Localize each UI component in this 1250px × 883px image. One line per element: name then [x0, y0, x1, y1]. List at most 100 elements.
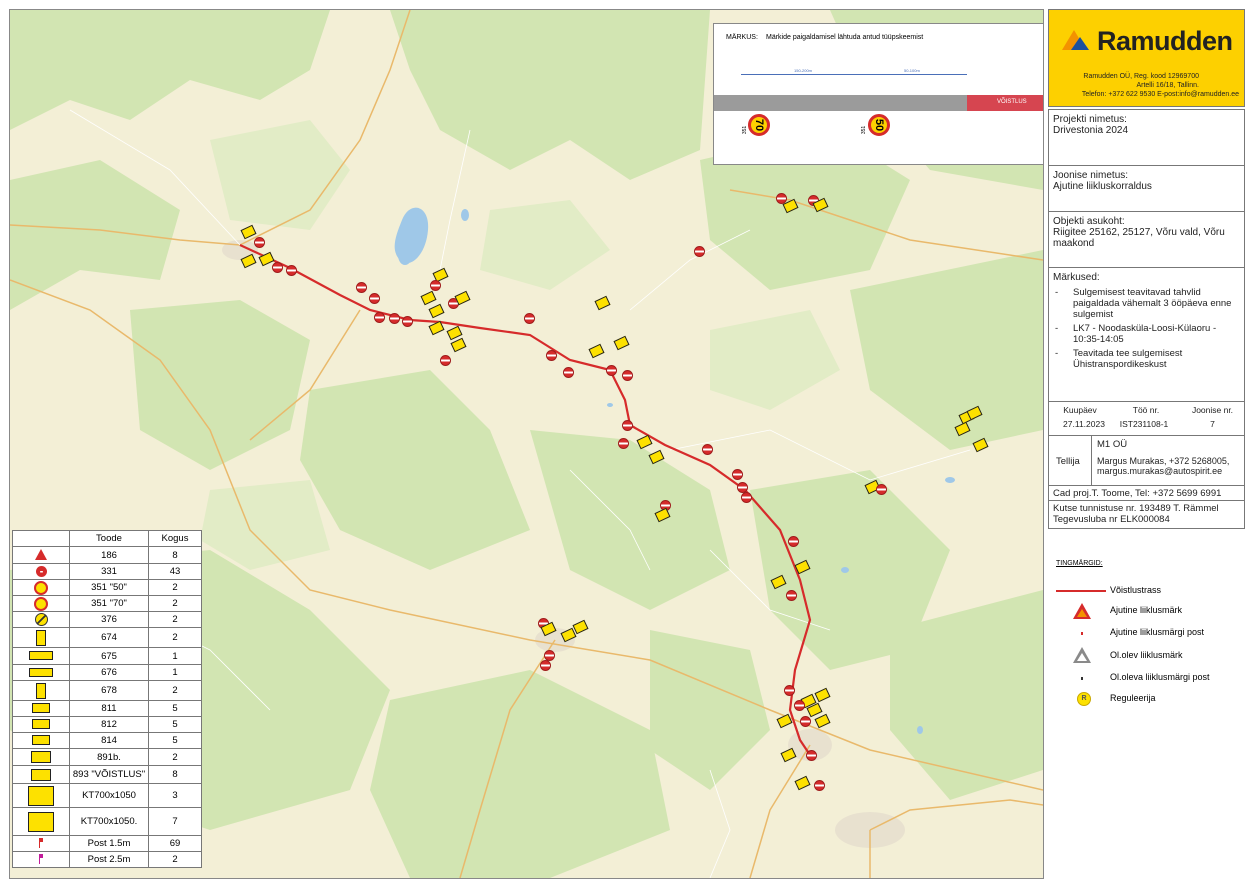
- product-table: Toode Kogus 186 8 331 43 351 "50" 2 351 "70" 2 3…: [12, 530, 202, 868]
- table-product-cell: 891b.: [69, 748, 149, 766]
- table-qty-cell: 2: [148, 748, 202, 766]
- race-zone-label: VÕISTLUS: [997, 99, 1027, 105]
- client-divider: [1091, 436, 1092, 486]
- table-qty-cell: 8: [148, 765, 202, 784]
- dimension-1: 150-200m: [794, 68, 813, 73]
- plate-text-icon: [31, 768, 51, 781]
- road-bar: [714, 95, 967, 111]
- table-product-cell: 376: [69, 611, 149, 628]
- table-product-cell: 331: [69, 563, 149, 580]
- table-product-cell: 812: [69, 716, 149, 733]
- legend-label: Reguleerija: [1110, 693, 1156, 703]
- table-qty-cell: 5: [148, 700, 202, 717]
- plate-icon: [32, 735, 50, 746]
- temporary-post-icon: [1081, 627, 1105, 643]
- table-icon-cell: [12, 851, 70, 868]
- speed-70-value: 70: [753, 118, 765, 132]
- table-icon-cell: [12, 664, 70, 681]
- title-block: Ramudden Ramudden OÜ, Reg. kood 12969700…: [1048, 9, 1245, 529]
- no-entry-sign-icon: [524, 313, 535, 324]
- table-qty-cell: 2: [148, 851, 202, 868]
- table-icon-cell: [12, 647, 70, 665]
- legend-label: Ajutine liiklusmärk: [1110, 605, 1183, 615]
- table-qty-cell: 1: [148, 664, 202, 681]
- table-row: 891b. 2: [12, 748, 202, 766]
- no-entry-sign-icon: [546, 350, 557, 361]
- board-icon: [28, 811, 54, 832]
- post-pink-icon: [39, 854, 43, 865]
- no-entry-sign-icon: [369, 293, 380, 304]
- no-entry-sign-icon: [286, 265, 297, 276]
- project-value: Drivestonia 2024: [1053, 125, 1129, 136]
- table-product-cell: 814: [69, 732, 149, 749]
- notes-list: Sulgemisest teavitavad tahvlid paigaldad…: [1049, 287, 1244, 370]
- table-row: Post 1.5m 69: [12, 835, 202, 852]
- legend-label: Ajutine liiklusmärgi post: [1110, 627, 1205, 637]
- table-qty-cell: 2: [148, 611, 202, 628]
- project-label: Projekti nimetus:: [1053, 114, 1127, 125]
- table-qty-cell: 5: [148, 716, 202, 733]
- table-icon-cell: [12, 732, 70, 749]
- job-label: Töö nr.: [1132, 405, 1160, 415]
- no-entry-sign-icon: [563, 367, 574, 378]
- table-row: 676 1: [12, 664, 202, 681]
- no-entry-sign-icon: [784, 685, 795, 696]
- no-entry-sign-icon: [440, 355, 451, 366]
- no-entry-sign-icon: [741, 492, 752, 503]
- table-header-row: Toode Kogus: [12, 530, 202, 547]
- plate-icon: [32, 703, 50, 714]
- table-icon-cell: [12, 765, 70, 784]
- table-icon-cell: [12, 783, 70, 808]
- table-qty-cell: 43: [148, 563, 202, 580]
- speed-50-sign: 50: [868, 114, 890, 136]
- sheet-value: 7: [1210, 419, 1215, 429]
- company-line-3: Telefon: +372 622 9530 E-post:info@ramud…: [1081, 91, 1239, 98]
- table-row: 678 2: [12, 680, 202, 701]
- no-entry-sign-icon: [702, 444, 713, 455]
- no-entry-sign-icon: [732, 469, 743, 480]
- table-row: 674 2: [12, 627, 202, 648]
- note-item: Sulgemisest teavitavad tahvlid paigaldad…: [1055, 287, 1240, 320]
- note-box: MÄRKUS: Märkide paigaldamisel lähtuda an…: [713, 23, 1043, 165]
- table-row: 814 5: [12, 732, 202, 749]
- plate-icon: [32, 719, 50, 730]
- client-contact: Margus Murakas, +372 5268005, margus.mur…: [1097, 456, 1230, 476]
- table-product-cell: KT700x1050: [69, 783, 149, 808]
- table-icon-cell: [12, 807, 70, 836]
- table-icon-cell: [12, 680, 70, 701]
- speed-70-icon: [34, 596, 48, 611]
- location-label: Objekti asukoht:: [1053, 216, 1125, 227]
- post-351-1: 351: [742, 125, 749, 135]
- table-qty-cell: 2: [148, 579, 202, 596]
- no-entry-sign-icon: [402, 316, 413, 327]
- table-row: 351 "70" 2: [12, 595, 202, 612]
- no-entry-sign-icon: [876, 484, 887, 495]
- no-entry-sign-icon: [806, 750, 817, 761]
- table-product-cell: 811: [69, 700, 149, 717]
- drawing-box: Joonise nimetus: Ajutine liikluskorraldu…: [1048, 165, 1245, 213]
- table-row: 893 "VÕISTLUS" 8: [12, 765, 202, 784]
- product-header: Toode: [69, 530, 149, 547]
- temporary-sign-icon: [1073, 603, 1097, 619]
- drawing-label: Joonise nimetus:: [1053, 170, 1129, 181]
- legend-label: Ol.olev liiklusmärk: [1110, 650, 1183, 660]
- location-value: Riigitee 25162, 25127, Võru vald, Võru m…: [1053, 227, 1225, 249]
- race-zone-bar: VÕISTLUS: [967, 95, 1043, 111]
- job-value: IST231108-1: [1119, 419, 1169, 429]
- icon-header: [12, 530, 70, 547]
- table-row: KT700x1050 3: [12, 783, 202, 808]
- table-product-cell: 186: [69, 546, 149, 564]
- table-row: 331 43: [12, 563, 202, 580]
- table-product-cell: Post 1.5m: [69, 835, 149, 852]
- client-box: Tellija M1 OÜ Margus Murakas, +372 52680…: [1048, 435, 1245, 487]
- legend-label: Ol.oleva liiklusmärgi post: [1110, 672, 1210, 682]
- table-row: KT700x1050. 7: [12, 807, 202, 836]
- table-product-cell: 676: [69, 664, 149, 681]
- note-item: Teavitada tee sulgemisest Ühistranspordi…: [1055, 348, 1240, 370]
- meta-box: Kuupäev Töö nr. Joonise nr. 27.11.2023 I…: [1048, 401, 1245, 437]
- table-icon-cell: [12, 835, 70, 852]
- license-box: Kutse tunnistuse nr. 193489 T. Rämmel Te…: [1048, 500, 1245, 529]
- table-qty-cell: 5: [148, 732, 202, 749]
- no-entry-sign-icon: [374, 312, 385, 323]
- table-row: 675 1: [12, 647, 202, 665]
